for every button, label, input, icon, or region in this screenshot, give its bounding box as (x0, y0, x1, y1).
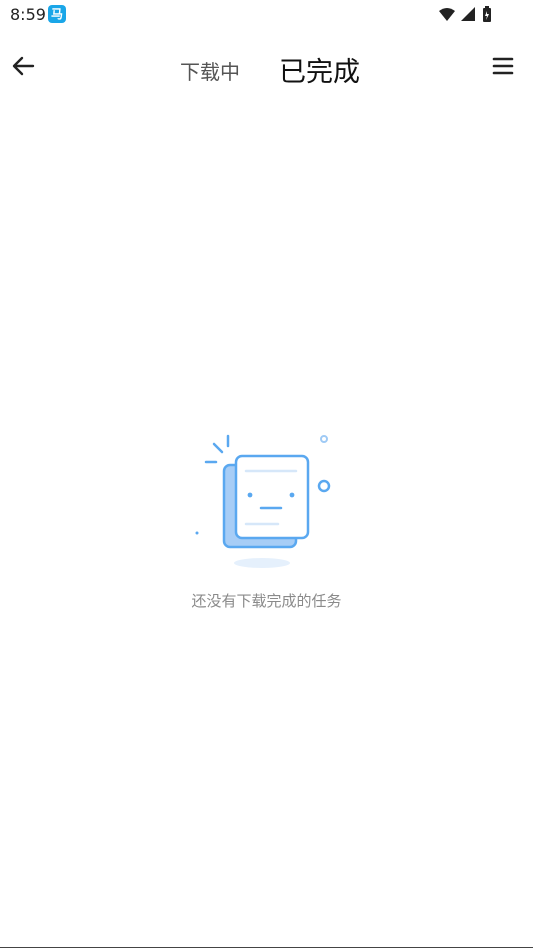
back-button[interactable] (8, 50, 40, 82)
signal-icon (461, 7, 475, 21)
empty-document-icon (190, 432, 340, 572)
arrow-left-icon (12, 56, 35, 76)
tab-completed[interactable]: 已完成 (279, 50, 360, 89)
app-notification-icon: 马 (48, 5, 66, 23)
status-bar: 8:59 马 (0, 0, 533, 30)
app-bar: 下载中 已完成 (0, 36, 533, 100)
menu-icon (492, 57, 514, 75)
battery-icon (483, 6, 491, 22)
empty-state-message: 还没有下载完成的任务 (191, 592, 342, 610)
status-time: 8:59 (10, 5, 46, 24)
tab-downloading[interactable]: 下载中 (180, 56, 240, 85)
menu-button[interactable] (487, 50, 519, 82)
system-icons (435, 6, 505, 28)
wifi-icon (439, 8, 455, 21)
